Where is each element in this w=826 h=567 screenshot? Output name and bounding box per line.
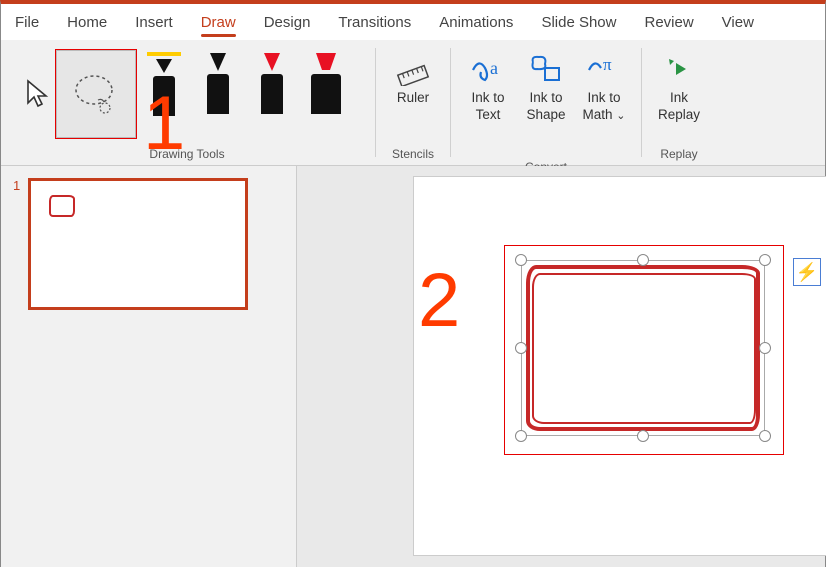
slide-thumbnail[interactable] [28, 178, 248, 310]
ink-to-text-button[interactable]: a Ink to Text [459, 46, 517, 158]
pen-black[interactable] [192, 50, 244, 138]
select-tool[interactable] [22, 50, 54, 138]
ink-to-math-icon: π [587, 52, 621, 86]
svg-text:π: π [603, 55, 612, 74]
pen-red[interactable] [246, 50, 298, 138]
selection-handles[interactable] [521, 260, 765, 436]
lasso-icon [68, 66, 124, 122]
ink-to-shape-icon [529, 52, 563, 86]
handle-bot-left[interactable] [515, 430, 527, 442]
ruler-label: Ruler [397, 90, 429, 107]
lasso-select-tool[interactable] [56, 50, 136, 138]
slide-canvas[interactable]: 2 ⚡ [413, 176, 826, 556]
pen-tip-icon [260, 50, 284, 72]
handle-bot-right[interactable] [759, 430, 771, 442]
tab-animations[interactable]: Animations [425, 6, 527, 39]
handle-top-right[interactable] [759, 254, 771, 266]
tab-insert[interactable]: Insert [121, 6, 187, 39]
thumbnail-ink-shape [49, 195, 75, 217]
ink-to-text-label2: Text [476, 107, 501, 124]
ink-replay-label1: Ink [670, 90, 688, 107]
highlighter-red[interactable] [300, 50, 352, 138]
group-label-replay: Replay [660, 145, 697, 163]
tab-slideshow[interactable]: Slide Show [527, 6, 630, 39]
pen-tip-icon [206, 50, 230, 72]
ink-to-text-icon: a [471, 52, 505, 86]
tab-transitions[interactable]: Transitions [324, 6, 425, 39]
tab-strip: File Home Insert Draw Design Transitions… [1, 4, 825, 40]
tab-draw[interactable]: Draw [187, 6, 250, 39]
handle-bot-mid[interactable] [637, 430, 649, 442]
ink-to-math-button[interactable]: π Ink to Math ⌄ [575, 46, 633, 158]
animation-indicator[interactable]: ⚡ [793, 258, 821, 286]
bolt-icon: ⚡ [796, 262, 818, 283]
selection-outline: ⚡ [504, 245, 784, 455]
ink-to-math-label1: Ink to [587, 90, 620, 107]
ink-to-shape-label1: Ink to [529, 90, 562, 107]
ruler-button[interactable]: Ruler [384, 46, 442, 145]
ink-replay-label2: Replay [658, 107, 700, 124]
slide-panel[interactable]: 1 [1, 166, 297, 567]
ink-to-shape-label2: Shape [526, 107, 565, 124]
highlighter-tip-icon [310, 50, 342, 72]
annotation-one: 1 [143, 80, 185, 167]
group-stencils: Ruler Stencils [378, 40, 448, 165]
handle-mid-left[interactable] [515, 342, 527, 354]
thumbnail-number: 1 [13, 178, 20, 310]
cursor-icon [25, 79, 51, 109]
tab-design[interactable]: Design [250, 6, 325, 39]
tab-file[interactable]: File [1, 6, 53, 39]
ink-replay-icon [662, 52, 696, 86]
group-label-stencils: Stencils [392, 145, 434, 163]
ink-to-shape-button[interactable]: Ink to Shape [517, 46, 575, 158]
ink-to-text-label1: Ink to [471, 90, 504, 107]
ink-replay-button[interactable]: Ink Replay [650, 46, 708, 145]
ribbon: 1 [1, 40, 825, 166]
handle-top-mid[interactable] [637, 254, 649, 266]
annotation-two: 2 [418, 257, 460, 344]
tab-review[interactable]: Review [630, 6, 707, 39]
group-drawing-tools: Drawing Tools [1, 40, 373, 165]
ink-to-math-label2: Math ⌄ [583, 107, 626, 124]
group-replay: Ink Replay Replay [644, 40, 714, 165]
handle-mid-right[interactable] [759, 342, 771, 354]
handle-top-left[interactable] [515, 254, 527, 266]
tab-home[interactable]: Home [53, 6, 121, 39]
ruler-icon [396, 52, 430, 86]
svg-text:a: a [490, 58, 498, 78]
pen-tip-icon [152, 56, 176, 74]
workspace: 1 2 ⚡ [1, 166, 825, 567]
group-convert: a Ink to Text Ink to Shape π Ink to [453, 40, 639, 165]
canvas-area[interactable]: 2 ⚡ [297, 166, 825, 567]
ink-shape[interactable] [526, 265, 760, 431]
tab-view[interactable]: View [708, 6, 768, 39]
